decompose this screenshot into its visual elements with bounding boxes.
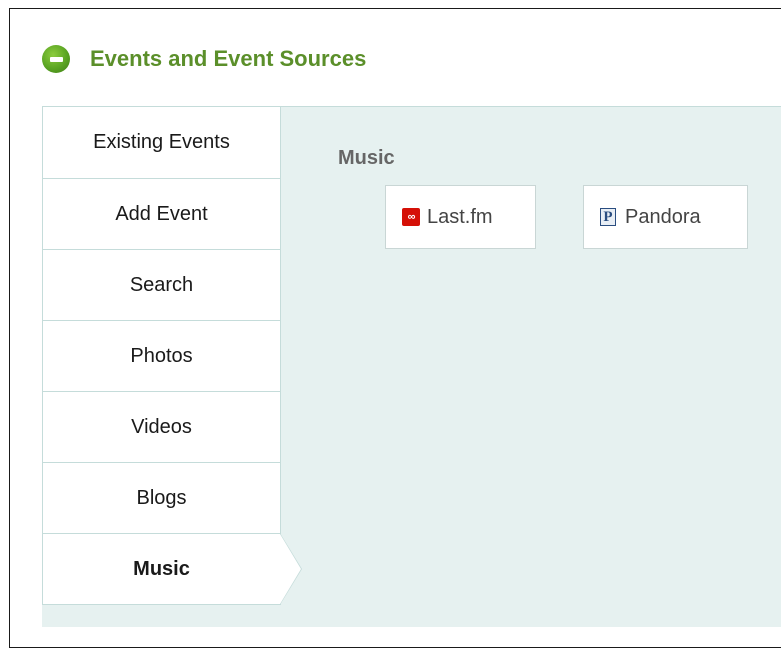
pandora-icon: P (600, 208, 616, 226)
tab-add-event[interactable]: Add Event (42, 179, 281, 250)
source-label: Last.fm (427, 205, 493, 228)
events-panel: Existing Events Add Event Search Photos … (42, 106, 781, 627)
tab-videos[interactable]: Videos (42, 392, 281, 463)
tab-existing-events[interactable]: Existing Events (42, 107, 281, 179)
minus-icon (49, 56, 63, 62)
section-title: Music (338, 147, 395, 169)
lastfm-icon: ∞ (402, 208, 420, 226)
pandora-source-button[interactable]: P Pandora (583, 185, 748, 249)
tab-search[interactable]: Search (42, 250, 281, 321)
source-label: Pandora (625, 205, 701, 228)
tab-blogs[interactable]: Blogs (42, 463, 281, 534)
vertical-tab-list: Existing Events Add Event Search Photos … (42, 107, 302, 605)
widget-title: Events and Event Sources (90, 46, 367, 71)
lastfm-source-button[interactable]: ∞ Last.fm (385, 185, 536, 249)
widget-header: Events and Event Sources (42, 43, 366, 75)
collapse-icon[interactable] (42, 45, 70, 73)
tab-music[interactable]: Music (42, 533, 302, 605)
tab-content-music: Music ∞ Last.fm P Pandora (281, 107, 781, 627)
tab-photos[interactable]: Photos (42, 321, 281, 392)
